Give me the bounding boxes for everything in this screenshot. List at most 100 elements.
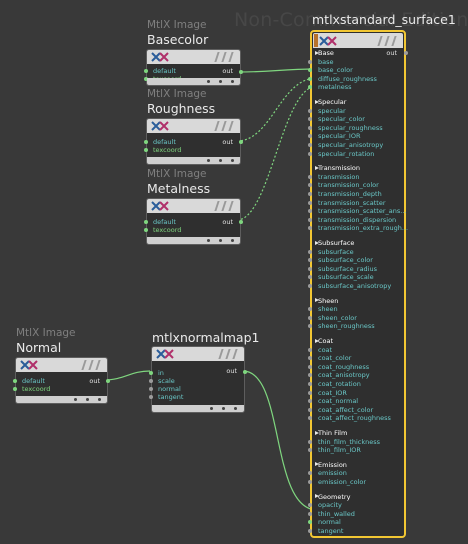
param-input-port[interactable] <box>308 85 312 90</box>
surface-out-port[interactable] <box>404 51 408 55</box>
normal-input-port[interactable] <box>149 387 153 391</box>
mtlx-node-icon <box>156 349 174 359</box>
normal-node-header[interactable] <box>16 358 107 372</box>
texcoord-input-port[interactable] <box>144 228 148 232</box>
normalmap-node[interactable]: in scale normal tangent out <box>149 346 247 413</box>
node-flags-icon[interactable] <box>375 36 399 46</box>
param-input-port[interactable] <box>308 448 312 453</box>
param-input-port[interactable] <box>308 364 312 369</box>
surface-node-header[interactable] <box>313 33 403 48</box>
mtlx-node-icon <box>151 201 169 211</box>
node-flags-icon[interactable] <box>212 201 236 211</box>
param-input-port[interactable] <box>308 480 312 484</box>
param-label: transmission_scatter <box>318 198 386 207</box>
node-flags-icon[interactable] <box>212 52 236 62</box>
param-input-port[interactable] <box>308 249 312 254</box>
param-label: base_color <box>318 66 353 75</box>
default-input-port[interactable] <box>144 69 148 73</box>
param-input-port[interactable] <box>308 217 312 222</box>
param-input-port[interactable] <box>308 143 312 147</box>
out-output-label: out <box>89 377 100 385</box>
param-input-port[interactable] <box>308 382 312 386</box>
param-input-port[interactable] <box>308 117 312 122</box>
mtlx-node-icon <box>151 52 169 62</box>
default-input-label: default <box>22 377 45 385</box>
basecolor-node[interactable]: default texcoord out <box>144 49 243 86</box>
node-flags-icon[interactable] <box>212 121 236 131</box>
normalmap-node-header[interactable] <box>152 347 244 361</box>
param-input-port[interactable] <box>308 347 312 352</box>
section-title[interactable]: Specular <box>318 98 346 106</box>
section-title[interactable]: Subsurface <box>318 239 354 247</box>
param-input-port[interactable] <box>308 275 312 280</box>
out-output-port[interactable] <box>239 70 243 74</box>
param-input-port[interactable] <box>308 174 312 179</box>
param-input-port[interactable] <box>308 226 312 231</box>
default-input-port[interactable] <box>144 220 148 224</box>
param-input-port[interactable] <box>308 439 312 444</box>
param-input-port[interactable] <box>308 390 312 395</box>
param-input-port[interactable] <box>308 59 312 64</box>
section-title[interactable]: Sheen <box>318 297 338 305</box>
scale-input-port[interactable] <box>149 379 153 383</box>
in-input-port[interactable] <box>149 371 153 375</box>
node-flags-icon[interactable] <box>216 349 240 359</box>
node-footer <box>147 237 240 244</box>
param-input-port[interactable] <box>308 134 312 139</box>
out-output-port[interactable] <box>106 379 110 383</box>
tangent-input-label: tangent <box>158 393 184 401</box>
param-input-port[interactable] <box>308 511 312 516</box>
section-title[interactable]: Geometry <box>318 493 350 501</box>
default-input-port[interactable] <box>13 379 17 383</box>
roughness-node[interactable]: default texcoord out <box>144 118 243 165</box>
standard-surface-node[interactable]: out Base base base_color diffuse_roughness m… <box>308 30 408 538</box>
basecolor-node-header[interactable] <box>147 50 240 64</box>
out-output-label: out <box>222 138 233 146</box>
default-input-label: default <box>153 218 176 226</box>
section-title[interactable]: Emission <box>318 461 347 469</box>
param-input-port[interactable] <box>308 529 312 533</box>
param-input-port[interactable] <box>308 76 312 81</box>
normal-node-type: MtlX Image <box>16 327 76 339</box>
default-input-port[interactable] <box>144 140 148 144</box>
metalness-node[interactable]: default texcoord out <box>144 198 243 245</box>
out-output-port[interactable] <box>239 220 243 224</box>
param-input-port[interactable] <box>308 520 312 525</box>
out-output-port[interactable] <box>243 370 247 374</box>
param-input-port[interactable] <box>308 266 312 271</box>
metalness-node-header[interactable] <box>147 199 240 213</box>
param-input-port[interactable] <box>308 471 312 476</box>
normal-node[interactable]: default texcoord out <box>13 357 110 404</box>
param-input-port[interactable] <box>308 183 312 188</box>
param-input-port[interactable] <box>308 373 312 378</box>
param-input-port[interactable] <box>308 416 312 421</box>
param-input-port[interactable] <box>308 68 312 73</box>
param-input-port[interactable] <box>308 307 312 312</box>
section-title[interactable]: Transmission <box>318 164 360 172</box>
out-output-port[interactable] <box>239 140 243 144</box>
param-input-port[interactable] <box>308 258 312 263</box>
section-title[interactable]: Thin Film <box>318 429 347 437</box>
texcoord-input-port[interactable] <box>13 387 17 391</box>
roughness-node-header[interactable] <box>147 119 240 133</box>
tangent-input-port[interactable] <box>149 395 153 399</box>
param-input-port[interactable] <box>308 209 312 214</box>
section-title[interactable]: Coat <box>318 337 333 345</box>
param-input-port[interactable] <box>308 200 312 205</box>
texcoord-input-label: texcoord <box>153 226 182 234</box>
section-title[interactable]: Base <box>318 49 334 57</box>
texcoord-input-port[interactable] <box>144 148 148 152</box>
param-input-port[interactable] <box>308 151 312 156</box>
node-flags-icon[interactable] <box>79 360 103 370</box>
param-input-port[interactable] <box>308 192 312 196</box>
param-input-port[interactable] <box>308 356 312 361</box>
param-input-port[interactable] <box>308 108 312 113</box>
param-input-port[interactable] <box>308 407 312 412</box>
param-input-port[interactable] <box>308 315 312 320</box>
param-input-port[interactable] <box>308 399 312 404</box>
param-input-port[interactable] <box>308 125 312 130</box>
param-input-port[interactable] <box>308 324 312 329</box>
param-input-port[interactable] <box>308 503 312 508</box>
param-input-port[interactable] <box>308 284 312 288</box>
param-label: transmission <box>318 172 360 181</box>
